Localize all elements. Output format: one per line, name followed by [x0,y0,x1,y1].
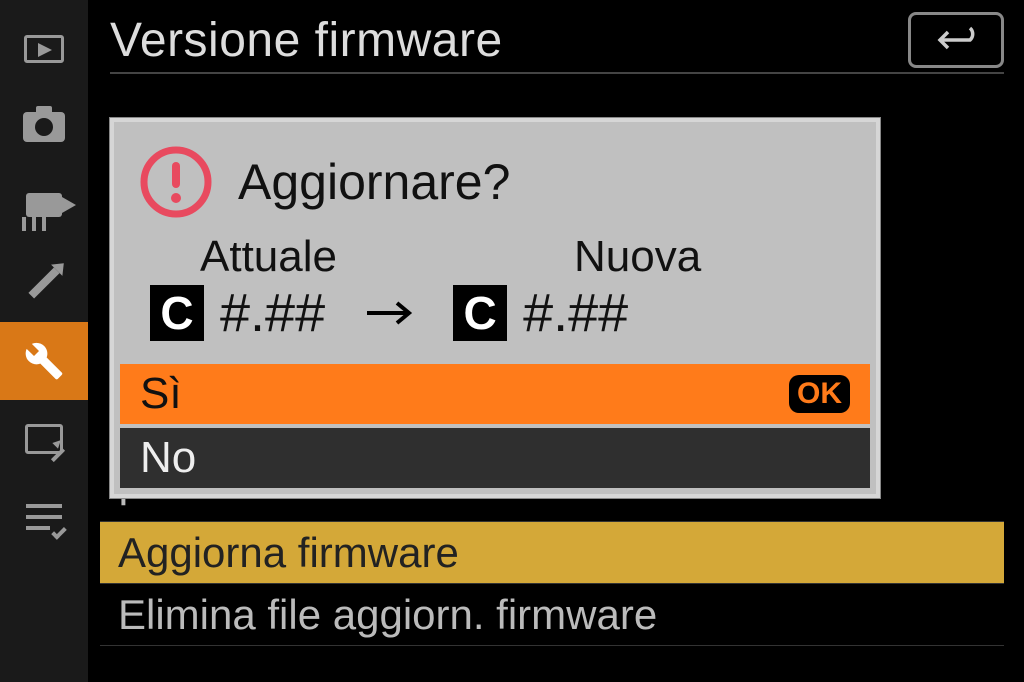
dialog-body: Attuale Nuova C #.## C #.## [114,228,876,358]
bg-row-update-firmware[interactable]: Aggiorna firmware [100,522,1004,584]
sidebar-item-mymenu[interactable] [0,478,88,556]
sidebar-item-retouch[interactable] [0,400,88,478]
camera-icon [23,112,65,142]
mymenu-icon [26,504,62,530]
warning-icon [138,144,214,220]
sidebar-item-photo[interactable] [0,88,88,166]
arrow-right-icon [359,301,419,325]
dialog-header: Aggiornare? [114,122,876,228]
sidebar-item-playback[interactable] [0,10,88,88]
update-dialog: Aggiornare? Attuale Nuova C #.## C #.## … [110,118,880,498]
back-button[interactable] [908,12,1004,68]
new-version: #.## [523,282,628,344]
new-label: Nuova [450,232,852,282]
playback-icon [24,35,64,63]
option-yes[interactable]: Sì OK [120,364,870,424]
video-icon [26,193,62,217]
option-no-label: No [140,433,196,483]
retouch-icon [25,424,63,454]
sidebar [0,0,88,682]
current-version: #.## [220,282,325,344]
bg-row-delete-firmware[interactable]: Elimina file aggiorn. firmware [100,584,1004,646]
ok-badge: OK [789,375,850,413]
sidebar-item-setup[interactable] [0,322,88,400]
current-label: Attuale [150,232,450,282]
header: Versione firmware [110,8,1004,74]
back-arrow-icon [934,26,978,54]
dialog-title: Aggiornare? [238,153,510,211]
current-badge: C [150,285,204,341]
new-badge: C [453,285,507,341]
dialog-options: Sì OK No [120,364,870,488]
option-no[interactable]: No [120,428,870,488]
pencil-icon [28,267,59,298]
sidebar-item-custom[interactable] [0,244,88,322]
sidebar-item-video[interactable] [0,166,88,244]
page-title: Versione firmware [110,13,503,68]
wrench-icon [24,341,64,381]
option-yes-label: Sì [140,369,182,419]
